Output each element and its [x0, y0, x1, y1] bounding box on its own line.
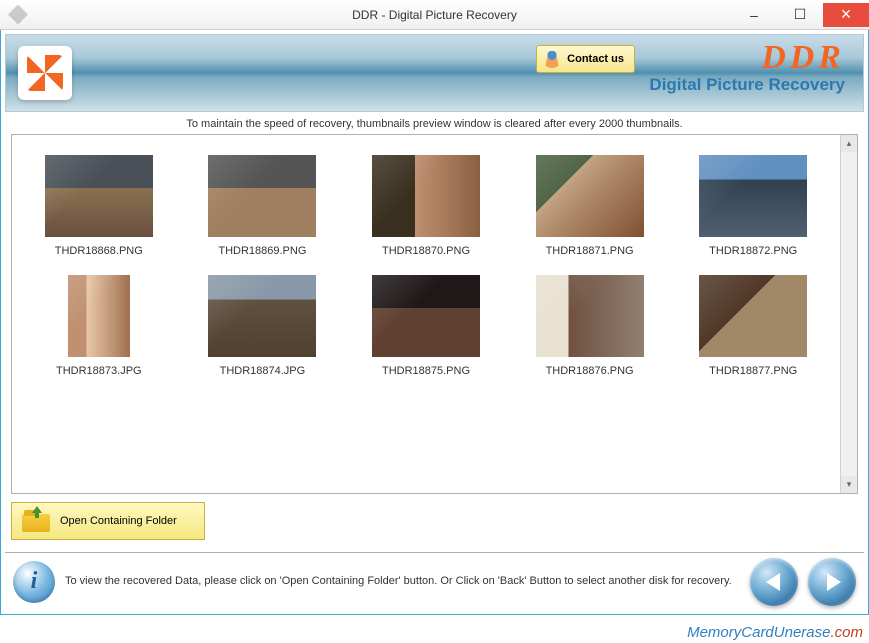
open-folder-label: Open Containing Folder [60, 515, 177, 527]
thumbnail-filename: THDR18869.PNG [218, 245, 306, 257]
thumbnail-item[interactable]: THDR18869.PNG [186, 155, 340, 257]
forward-button[interactable] [808, 558, 856, 606]
thumbnail-item[interactable]: THDR18873.JPG [22, 275, 176, 377]
thumbnail-image [208, 275, 316, 357]
header-banner: Contact us DDR Digital Picture Recovery [5, 34, 864, 112]
folder-open-icon [22, 510, 50, 532]
window-body: Contact us DDR Digital Picture Recovery … [0, 30, 869, 615]
window-title: DDR - Digital Picture Recovery [352, 8, 517, 22]
scroll-down-icon[interactable]: ▾ [841, 476, 857, 493]
brand-subtitle: Digital Picture Recovery [649, 75, 845, 95]
help-text: To view the recovered Data, please click… [65, 574, 740, 588]
thumbnail-image [208, 155, 316, 237]
thumbnail-item[interactable]: THDR18872.PNG [676, 155, 830, 257]
thumbnail-image [68, 275, 130, 357]
thumbnail-grid: THDR18868.PNG THDR18869.PNG THDR18870.PN… [12, 135, 840, 387]
thumbnail-image [536, 155, 644, 237]
thumbnail-filename: THDR18872.PNG [709, 245, 797, 257]
scroll-up-icon[interactable]: ▴ [841, 135, 857, 152]
thumbnail-item[interactable]: THDR18877.PNG [676, 275, 830, 377]
thumbnail-image [45, 155, 153, 237]
thumbnail-item[interactable]: THDR18876.PNG [513, 275, 667, 377]
thumbnail-image [372, 155, 480, 237]
thumbnail-panel: THDR18868.PNG THDR18869.PNG THDR18870.PN… [11, 134, 858, 494]
thumbnail-filename: THDR18876.PNG [546, 365, 634, 377]
watermark: MemoryCardUnerase.com [681, 622, 869, 643]
info-icon: i [13, 561, 55, 603]
brand-logo-text: DDR [649, 41, 845, 75]
contact-us-button[interactable]: Contact us [536, 45, 635, 73]
close-button[interactable]: × [823, 3, 869, 27]
back-button[interactable] [750, 558, 798, 606]
watermark-main: MemoryCardUnerase [687, 624, 830, 641]
thumbnail-filename: THDR18875.PNG [382, 365, 470, 377]
thumbnail-image [699, 155, 807, 237]
contact-us-label: Contact us [567, 53, 624, 65]
person-icon [543, 50, 561, 68]
app-icon [8, 5, 28, 25]
maximize-button[interactable]: ☐ [777, 3, 823, 27]
scrollbar[interactable]: ▴ ▾ [840, 135, 857, 493]
watermark-tld: .com [830, 624, 863, 641]
minimize-button[interactable]: – [731, 3, 777, 27]
thumbnail-filename: THDR18868.PNG [55, 245, 143, 257]
thumbnail-item[interactable]: THDR18868.PNG [22, 155, 176, 257]
thumbnail-filename: THDR18873.JPG [56, 365, 142, 377]
thumbnail-filename: THDR18870.PNG [382, 245, 470, 257]
thumbnail-item[interactable]: THDR18875.PNG [349, 275, 503, 377]
thumbnail-filename: THDR18871.PNG [546, 245, 634, 257]
open-containing-folder-button[interactable]: Open Containing Folder [11, 502, 205, 540]
thumbnail-item[interactable]: THDR18870.PNG [349, 155, 503, 257]
logo-pattern-icon [27, 55, 63, 91]
titlebar: DDR - Digital Picture Recovery – ☐ × [0, 0, 869, 30]
thumbnail-image [699, 275, 807, 357]
arrow-right-icon [827, 573, 841, 591]
bottom-bar: i To view the recovered Data, please cli… [5, 552, 864, 610]
thumbnail-filename: THDR18877.PNG [709, 365, 797, 377]
thumbnail-item[interactable]: THDR18871.PNG [513, 155, 667, 257]
brand-block: DDR Digital Picture Recovery [649, 41, 845, 95]
arrow-left-icon [766, 573, 780, 591]
info-bar: To maintain the speed of recovery, thumb… [5, 112, 864, 134]
thumbnail-image [372, 275, 480, 357]
thumbnail-image [536, 275, 644, 357]
window-controls: – ☐ × [731, 3, 869, 27]
thumbnail-filename: THDR18874.JPG [220, 365, 306, 377]
app-logo [18, 46, 72, 100]
thumbnail-item[interactable]: THDR18874.JPG [186, 275, 340, 377]
